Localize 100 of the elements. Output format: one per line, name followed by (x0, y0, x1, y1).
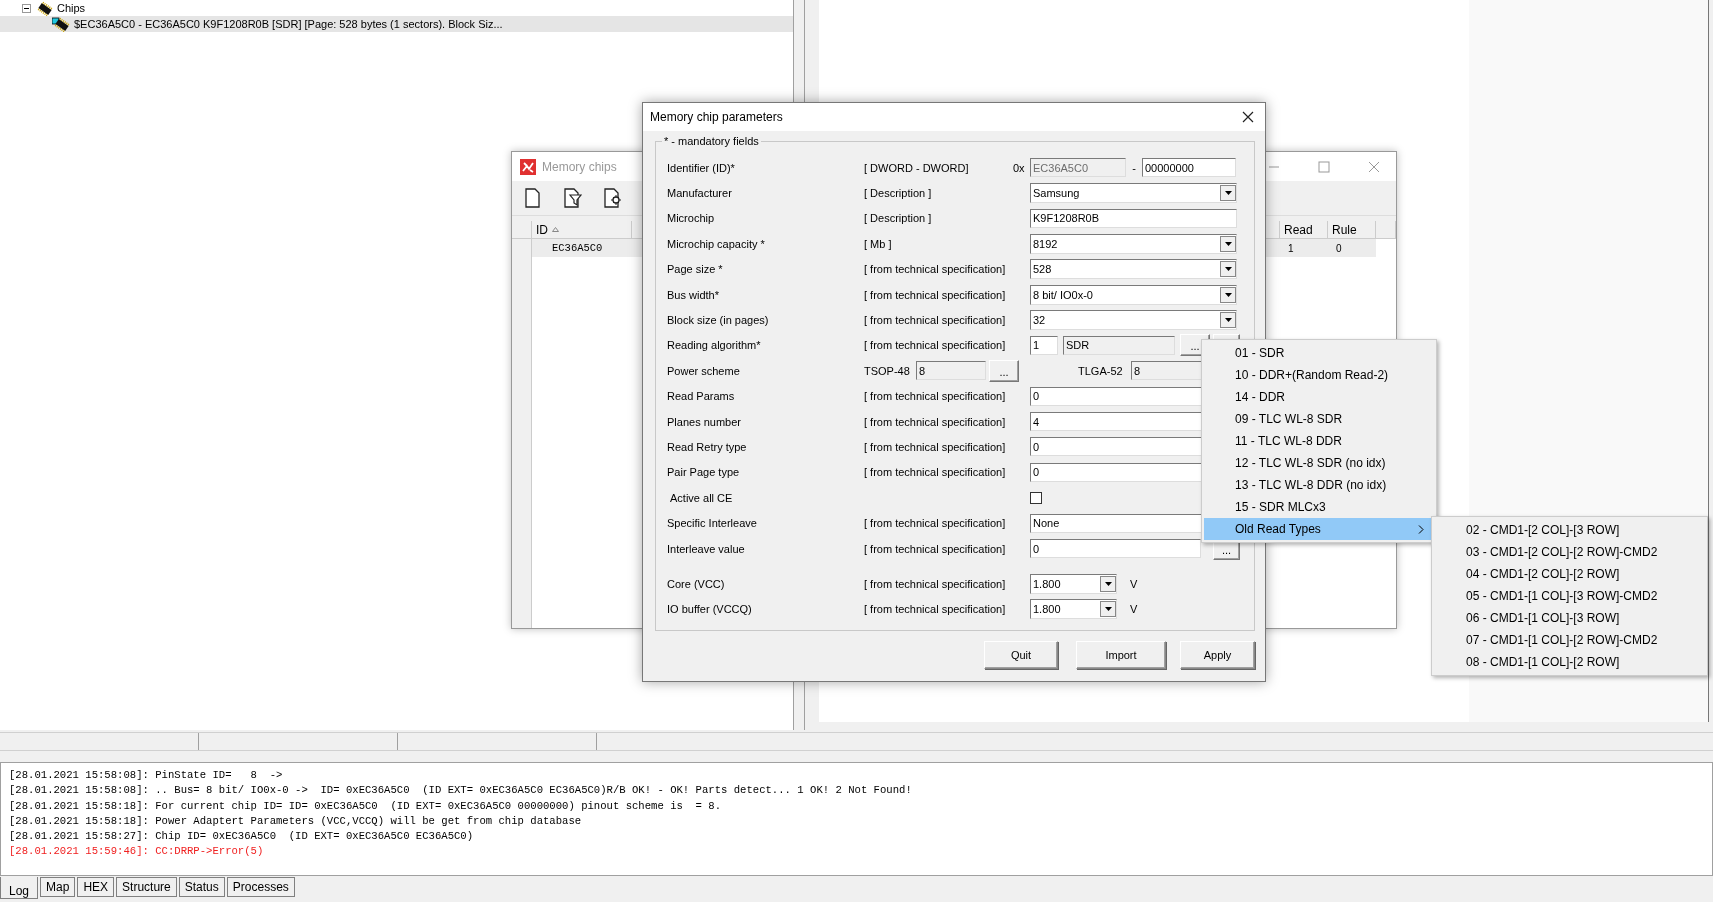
spec-hint: [ from technical specification] (864, 390, 1006, 403)
tab[interactable]: Log (0, 877, 39, 899)
tab[interactable]: Processes (226, 877, 295, 897)
field-label: Interleave value (667, 542, 745, 555)
page-filter-icon[interactable] (562, 187, 582, 209)
log-line: [28.01.2021 15:59:46]: CC:DRRP->Error(5) (9, 844, 264, 860)
input-field[interactable]: K9F1208R0B (1030, 208, 1237, 228)
field-label: Read Retry type (667, 441, 747, 453)
log-line: [28.01.2021 15:58:18]: For current chip ID= ID= 0xEC36A5C0 (ID EXT= 0xEC36A5C0 00000000) pinout scheme is = 8. (9, 798, 722, 814)
field-label: Power scheme (667, 364, 740, 377)
spec-hint: [ Mb ] (864, 237, 892, 250)
spec-hint: [ from technical specification] (864, 288, 1006, 301)
dropdown-button[interactable] (1220, 261, 1236, 278)
dropdown-button[interactable] (1220, 235, 1236, 252)
field-label: Identifier (ID)* (667, 161, 735, 174)
log-line: [28.01.2021 15:58:18]: Power Adaptert Parameters (VCC,VCCQ) will be get from chip database (9, 813, 582, 829)
caret-icon[interactable] (1224, 191, 1232, 196)
spec-hint: [ DWORD - DWORD] (864, 161, 969, 174)
checkbox[interactable] (1030, 491, 1042, 504)
package-label: TSOP-48 (864, 364, 911, 377)
dropdown-button[interactable] (1220, 185, 1236, 202)
dropdown-button[interactable] (1100, 575, 1116, 592)
table-cell: 1 (1280, 239, 1328, 257)
tab[interactable]: Structure (116, 877, 177, 897)
chip-icon (35, 0, 53, 16)
menu-item[interactable]: 03 - CMD1-[2 COL]-[2 ROW]-CMD2 (1434, 541, 1705, 563)
dropdown[interactable]: 528 (1030, 259, 1237, 280)
dropdown[interactable]: 1.800 (1030, 573, 1117, 594)
menu-item[interactable]: 08 - CMD1-[1 COL]-[2 ROW] (1434, 651, 1705, 673)
close-icon[interactable] (1242, 111, 1254, 123)
menu-item[interactable]: 06 - CMD1-[1 COL]-[3 ROW] (1434, 607, 1705, 629)
field-label: Bus width* (667, 288, 719, 301)
dialog-button[interactable]: Apply (1180, 641, 1255, 669)
spec-hint: [ from technical specification] (864, 339, 1006, 352)
dropdown[interactable]: Samsung (1030, 183, 1237, 204)
tree-item-label: $EC36A5C0 - EC36A5C0 K9F1208R0B [SDR] [Page: 528 bytes (1 sectors). Block Siz... (74, 18, 503, 30)
dropdown[interactable]: 32 (1030, 310, 1237, 331)
spec-hint: [ Description ] (864, 187, 932, 200)
spec-hint: [ from technical specification] (864, 517, 1006, 530)
collapse-toggle[interactable] (22, 3, 31, 13)
page-icon[interactable] (522, 187, 542, 209)
spec-hint: [ from technical specification] (864, 314, 1006, 327)
dropdown[interactable]: 8 bit/ IO0x-0 (1030, 284, 1237, 305)
input-field[interactable]: 00000000 (1142, 158, 1236, 178)
dialog-button[interactable]: Quit (984, 641, 1058, 669)
tab[interactable]: Map (40, 877, 76, 897)
caret-icon[interactable] (1104, 607, 1112, 612)
field-label: Microchip capacity * (667, 237, 765, 250)
window-title: Memory chips (542, 159, 617, 174)
spec-hint: [ from technical specification] (864, 263, 1006, 276)
spec-hint: [ from technical specification] (864, 603, 1006, 616)
menu-item[interactable]: 02 - CMD1-[2 COL]-[3 ROW] (1434, 519, 1705, 541)
browse-button[interactable]: ... (989, 359, 1019, 382)
spec-hint: [ from technical specification] (864, 542, 1006, 555)
menu-item[interactable]: Old Read Types (1204, 518, 1434, 540)
hex-prefix: 0x (1013, 161, 1026, 174)
log-line: [28.01.2021 15:58:08]: .. Bus= 8 bit/ IO0x-0 -> ID= 0xEC36A5C0 (ID EXT= 0xEC36A5C0 EC36A5C0)R/B OK! - OK! Parts detect... 1 OK! 2 Not Found! (9, 783, 912, 799)
column-header[interactable]: ID (532, 221, 632, 239)
input-field[interactable]: 0 (1030, 539, 1201, 559)
separator: - (1131, 161, 1137, 174)
field-label: Block size (in pages) (667, 314, 769, 327)
field-label: Active all CE (669, 491, 733, 504)
column-header[interactable]: Read (1280, 221, 1328, 239)
tree-item[interactable]: $EC36A5C0 - EC36A5C0 K9F1208R0B [SDR] [Page: 528 bytes (1 sectors). Block Siz... (0, 16, 793, 32)
log-line: [28.01.2021 15:58:08]: PinState ID= 8 -> (9, 768, 283, 783)
tab[interactable]: HEX (77, 877, 115, 897)
sort-arrow-icon (552, 227, 559, 232)
unit-label: V (1130, 577, 1138, 590)
caret-icon[interactable] (1224, 267, 1232, 272)
menu-item[interactable]: 04 - CMD1-[2 COL]-[2 ROW] (1434, 563, 1705, 585)
dropdown-button[interactable] (1220, 312, 1236, 329)
input-field[interactable]: 8 (916, 361, 986, 381)
app-icon (520, 158, 536, 175)
spec-hint: [ from technical specification] (864, 415, 1006, 428)
dropdown-button[interactable] (1220, 286, 1236, 303)
unit-label: V (1130, 603, 1138, 616)
tree-item[interactable]: Chips (57, 2, 86, 14)
menu-item[interactable]: 05 - CMD1-[1 COL]-[3 ROW]-CMD2 (1434, 585, 1705, 607)
dropdown[interactable]: 8192 (1030, 233, 1237, 254)
column-header[interactable]: Rule (1328, 221, 1376, 239)
caret-icon[interactable] (1224, 241, 1232, 246)
caret-icon[interactable] (1104, 581, 1112, 586)
field-label: Read Params (667, 390, 735, 403)
chip-icon (52, 16, 70, 32)
dropdown[interactable]: 1.800 (1030, 599, 1117, 620)
caret-icon[interactable] (1224, 292, 1232, 297)
input-field[interactable]: 1 (1030, 335, 1058, 355)
field-label: Page size * (667, 263, 723, 276)
dialog-button[interactable]: Import (1076, 641, 1166, 669)
group-legend: * - mandatory fields (662, 135, 761, 147)
menu-item[interactable]: 07 - CMD1-[1 COL]-[2 ROW]-CMD2 (1434, 629, 1705, 651)
spec-hint: [ from technical specification] (864, 577, 1006, 590)
field-label: Planes number (667, 415, 741, 428)
tab[interactable]: Status (178, 877, 225, 897)
page-gear-icon[interactable] (602, 187, 622, 209)
field-label: Manufacturer (667, 187, 732, 200)
dropdown-button[interactable] (1100, 601, 1116, 618)
field-label: Reading algorithm* (667, 339, 761, 352)
caret-icon[interactable] (1224, 318, 1232, 323)
dialog-title: Memory chip parameters (650, 110, 783, 124)
